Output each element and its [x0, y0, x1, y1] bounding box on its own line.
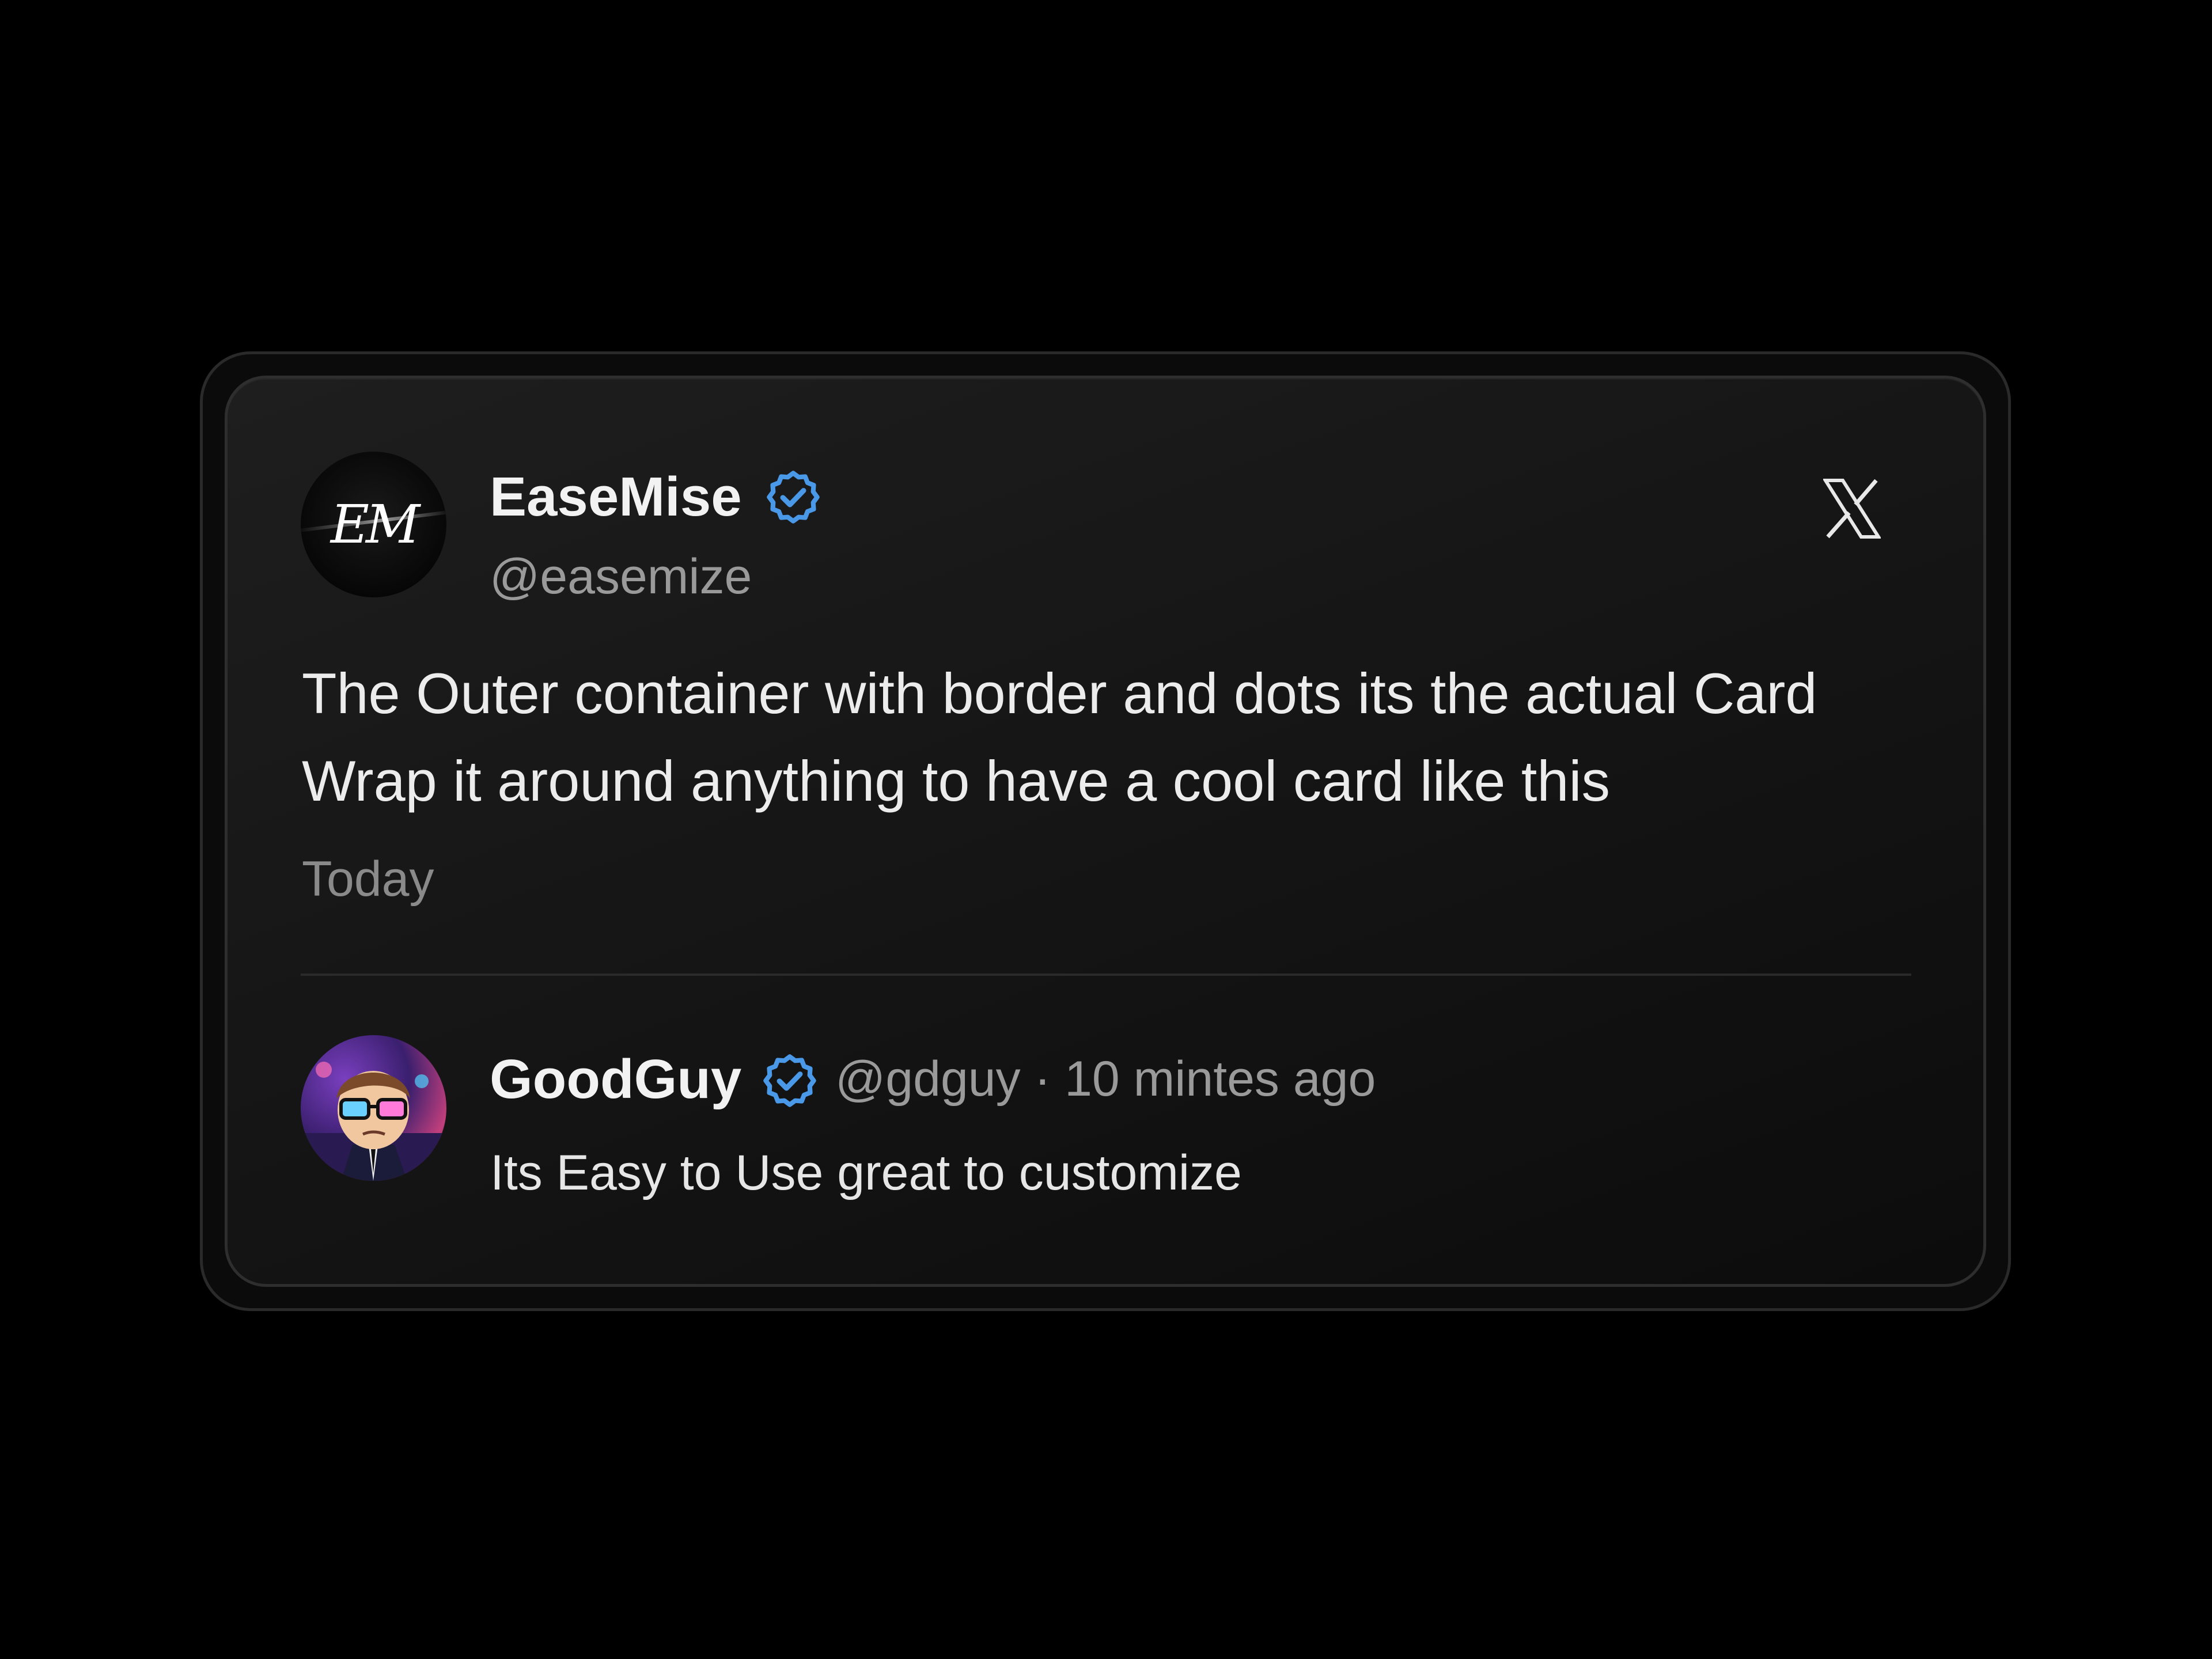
verified-badge-icon — [767, 471, 820, 524]
post-timestamp: Today — [302, 851, 434, 907]
post-body: The Outer container with border and dots… — [302, 650, 1915, 825]
author-handle[interactable]: @easemize — [490, 552, 752, 601]
reply-author-name[interactable]: GoodGuy — [490, 1052, 741, 1107]
author-avatar[interactable]: EM — [301, 452, 446, 597]
reply-time-ago: 10 mintes ago — [1065, 1051, 1376, 1107]
character-avatar-illustration — [301, 1062, 446, 1181]
verified-badge-icon — [763, 1054, 816, 1107]
post-text-line-2: Wrap it around anything to have a cool c… — [302, 749, 1610, 813]
reply-meta: @gdguy · 10 mintes ago — [835, 1054, 1376, 1104]
reply-avatar[interactable] — [301, 1035, 446, 1181]
reply-author-handle[interactable]: @gdguy — [835, 1051, 1021, 1107]
card-divider — [301, 974, 1911, 976]
author-name[interactable]: EaseMise — [490, 469, 742, 525]
reply-text: Its Easy to Use great to customize — [490, 1145, 1242, 1200]
avatar-monogram: EM — [330, 494, 420, 555]
page-stage: EM EaseMise @easemize The Outer containe… — [0, 0, 2212, 1659]
post-text-line-1: The Outer container with border and dots… — [302, 661, 1817, 725]
x-logo-icon[interactable] — [1823, 478, 1881, 539]
meta-separator: · — [1034, 1051, 1051, 1107]
